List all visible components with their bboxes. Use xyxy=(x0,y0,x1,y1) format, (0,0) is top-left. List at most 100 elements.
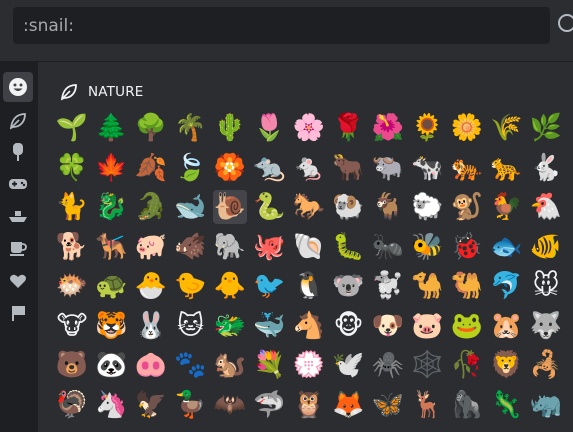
emoji-cell[interactable]: 🕷️ xyxy=(371,348,405,382)
emoji-cell[interactable]: 🦉 xyxy=(292,388,326,422)
emoji-cell[interactable]: 🐧 xyxy=(292,269,326,303)
emoji-cell[interactable]: 🐊 xyxy=(134,190,168,224)
emoji-cell[interactable]: 🌼 xyxy=(450,111,484,145)
emoji-cell[interactable]: 🦂 xyxy=(529,348,563,382)
emoji-cell[interactable]: 🐂 xyxy=(332,151,366,185)
emoji-cell[interactable]: 🦊 xyxy=(332,388,366,422)
emoji-cell[interactable]: 🦏 xyxy=(529,388,563,422)
emoji-cell[interactable]: 🐋 xyxy=(174,190,208,224)
emoji-cell[interactable]: 🦄 xyxy=(95,388,129,422)
emoji-cell[interactable]: 🏵️ xyxy=(213,151,247,185)
emoji-cell[interactable]: 🦋 xyxy=(371,388,405,422)
emoji-cell[interactable]: 🐖 xyxy=(134,230,168,264)
emoji-cell[interactable]: 💐 xyxy=(253,348,287,382)
emoji-search-input[interactable] xyxy=(23,15,533,36)
emoji-cell[interactable]: 🐓 xyxy=(490,190,524,224)
emoji-cell[interactable]: 🦈 xyxy=(253,388,287,422)
emoji-cell[interactable]: 🐤 xyxy=(174,269,208,303)
emoji-cell[interactable]: 🐬 xyxy=(490,269,524,303)
emoji-cell[interactable]: 🐾 xyxy=(174,348,208,382)
emoji-cell[interactable]: 🐜 xyxy=(371,230,405,264)
emoji-cell[interactable]: 🐝 xyxy=(411,230,445,264)
emoji-cell[interactable]: 🌻 xyxy=(411,111,445,145)
emoji-cell[interactable]: 🐗 xyxy=(174,230,208,264)
emoji-cell-selected[interactable]: 🐌 xyxy=(213,190,247,224)
emoji-cell[interactable]: 🥀 xyxy=(450,348,484,382)
category-nature-button[interactable] xyxy=(3,106,33,136)
emoji-cell[interactable]: 🌹 xyxy=(332,111,366,145)
emoji-cell[interactable]: 🦎 xyxy=(490,388,524,422)
emoji-cell[interactable]: 🐁 xyxy=(292,151,326,185)
emoji-cell[interactable]: 🐨 xyxy=(332,269,366,303)
emoji-cell[interactable]: 🐎 xyxy=(292,190,326,224)
category-people-button[interactable] xyxy=(3,72,33,102)
emoji-cell[interactable]: 🐈 xyxy=(55,190,89,224)
emoji-cell[interactable]: 🐷 xyxy=(411,309,445,343)
emoji-cell[interactable]: 🐔 xyxy=(529,190,563,224)
emoji-cell[interactable]: 🦁 xyxy=(490,348,524,382)
category-objects-button[interactable] xyxy=(3,233,33,263)
emoji-cell[interactable]: 🦍 xyxy=(450,388,484,422)
emoji-cell[interactable]: 🐽 xyxy=(134,348,168,382)
emoji-cell[interactable]: 🐡 xyxy=(55,269,89,303)
emoji-cell[interactable]: 🐺 xyxy=(529,309,563,343)
emoji-cell[interactable]: 🐹 xyxy=(490,309,524,343)
emoji-cell[interactable]: 🐘 xyxy=(213,230,247,264)
emoji-cell[interactable]: 🌷 xyxy=(253,111,287,145)
emoji-cell[interactable]: 🐼 xyxy=(95,348,129,382)
emoji-cell[interactable]: 🐍 xyxy=(253,190,287,224)
emoji-cell[interactable]: 🌾 xyxy=(490,111,524,145)
emoji-cell[interactable]: 💮 xyxy=(292,348,326,382)
emoji-cell[interactable]: 🍃 xyxy=(174,151,208,185)
emoji-cell[interactable]: 🐞 xyxy=(450,230,484,264)
emoji-cell[interactable]: 🐐 xyxy=(371,190,405,224)
emoji-cell[interactable]: 🐶 xyxy=(371,309,405,343)
category-flags-button[interactable] xyxy=(3,298,33,328)
emoji-cell[interactable]: 🦌 xyxy=(411,388,445,422)
emoji-cell[interactable]: 🦆 xyxy=(174,388,208,422)
search-clear-icon[interactable] xyxy=(558,14,573,32)
category-travel-button[interactable] xyxy=(3,201,33,231)
category-food-button[interactable] xyxy=(3,137,33,167)
emoji-cell[interactable]: 🐉 xyxy=(95,190,129,224)
emoji-cell[interactable]: 🐏 xyxy=(332,190,366,224)
emoji-cell[interactable]: 🐯 xyxy=(95,309,129,343)
emoji-cell[interactable]: 🐲 xyxy=(213,309,247,343)
emoji-cell[interactable]: 🌺 xyxy=(371,111,405,145)
emoji-cell[interactable]: 🐠 xyxy=(529,230,563,264)
emoji-cell[interactable]: 🐢 xyxy=(95,269,129,303)
emoji-search-field[interactable] xyxy=(13,7,550,44)
emoji-cell[interactable]: 🐰 xyxy=(134,309,168,343)
emoji-cell[interactable]: 🍂 xyxy=(134,151,168,185)
emoji-cell[interactable]: 🦇 xyxy=(213,388,247,422)
emoji-cell[interactable]: 🌿 xyxy=(529,111,563,145)
emoji-cell[interactable]: 🕸️ xyxy=(411,348,445,382)
emoji-cell[interactable]: 🐅 xyxy=(450,151,484,185)
emoji-cell[interactable]: 🐇 xyxy=(529,151,563,185)
emoji-cell[interactable]: 🍀 xyxy=(55,151,89,185)
emoji-cell[interactable]: 🦃 xyxy=(55,388,89,422)
emoji-cell[interactable]: 🐪 xyxy=(411,269,445,303)
emoji-cell[interactable]: 🐵 xyxy=(332,309,366,343)
emoji-cell[interactable]: 🐛 xyxy=(332,230,366,264)
emoji-cell[interactable]: 🐩 xyxy=(371,269,405,303)
emoji-cell[interactable]: 🐒 xyxy=(450,190,484,224)
emoji-cell[interactable]: 🌴 xyxy=(174,111,208,145)
emoji-cell[interactable]: 🐟 xyxy=(490,230,524,264)
emoji-cell[interactable]: 🐕 xyxy=(55,230,89,264)
emoji-cell[interactable]: 🦅 xyxy=(134,388,168,422)
emoji-cell[interactable]: 🐸 xyxy=(450,309,484,343)
emoji-cell[interactable]: 🍁 xyxy=(95,151,129,185)
emoji-cell[interactable]: 🐣 xyxy=(134,269,168,303)
emoji-cell[interactable]: 🐱 xyxy=(174,309,208,343)
emoji-cell[interactable]: 🐚 xyxy=(292,230,326,264)
emoji-cell[interactable]: 🐃 xyxy=(371,151,405,185)
emoji-cell[interactable]: 🐀 xyxy=(253,151,287,185)
emoji-cell[interactable]: 🐫 xyxy=(450,269,484,303)
emoji-cell[interactable]: 🐆 xyxy=(490,151,524,185)
emoji-cell[interactable]: 🐦 xyxy=(253,269,287,303)
emoji-cell[interactable]: 🐥 xyxy=(213,269,247,303)
category-symbols-button[interactable] xyxy=(3,266,33,296)
emoji-cell[interactable]: 🌱 xyxy=(55,111,89,145)
emoji-cell[interactable]: 🕊️ xyxy=(332,348,366,382)
